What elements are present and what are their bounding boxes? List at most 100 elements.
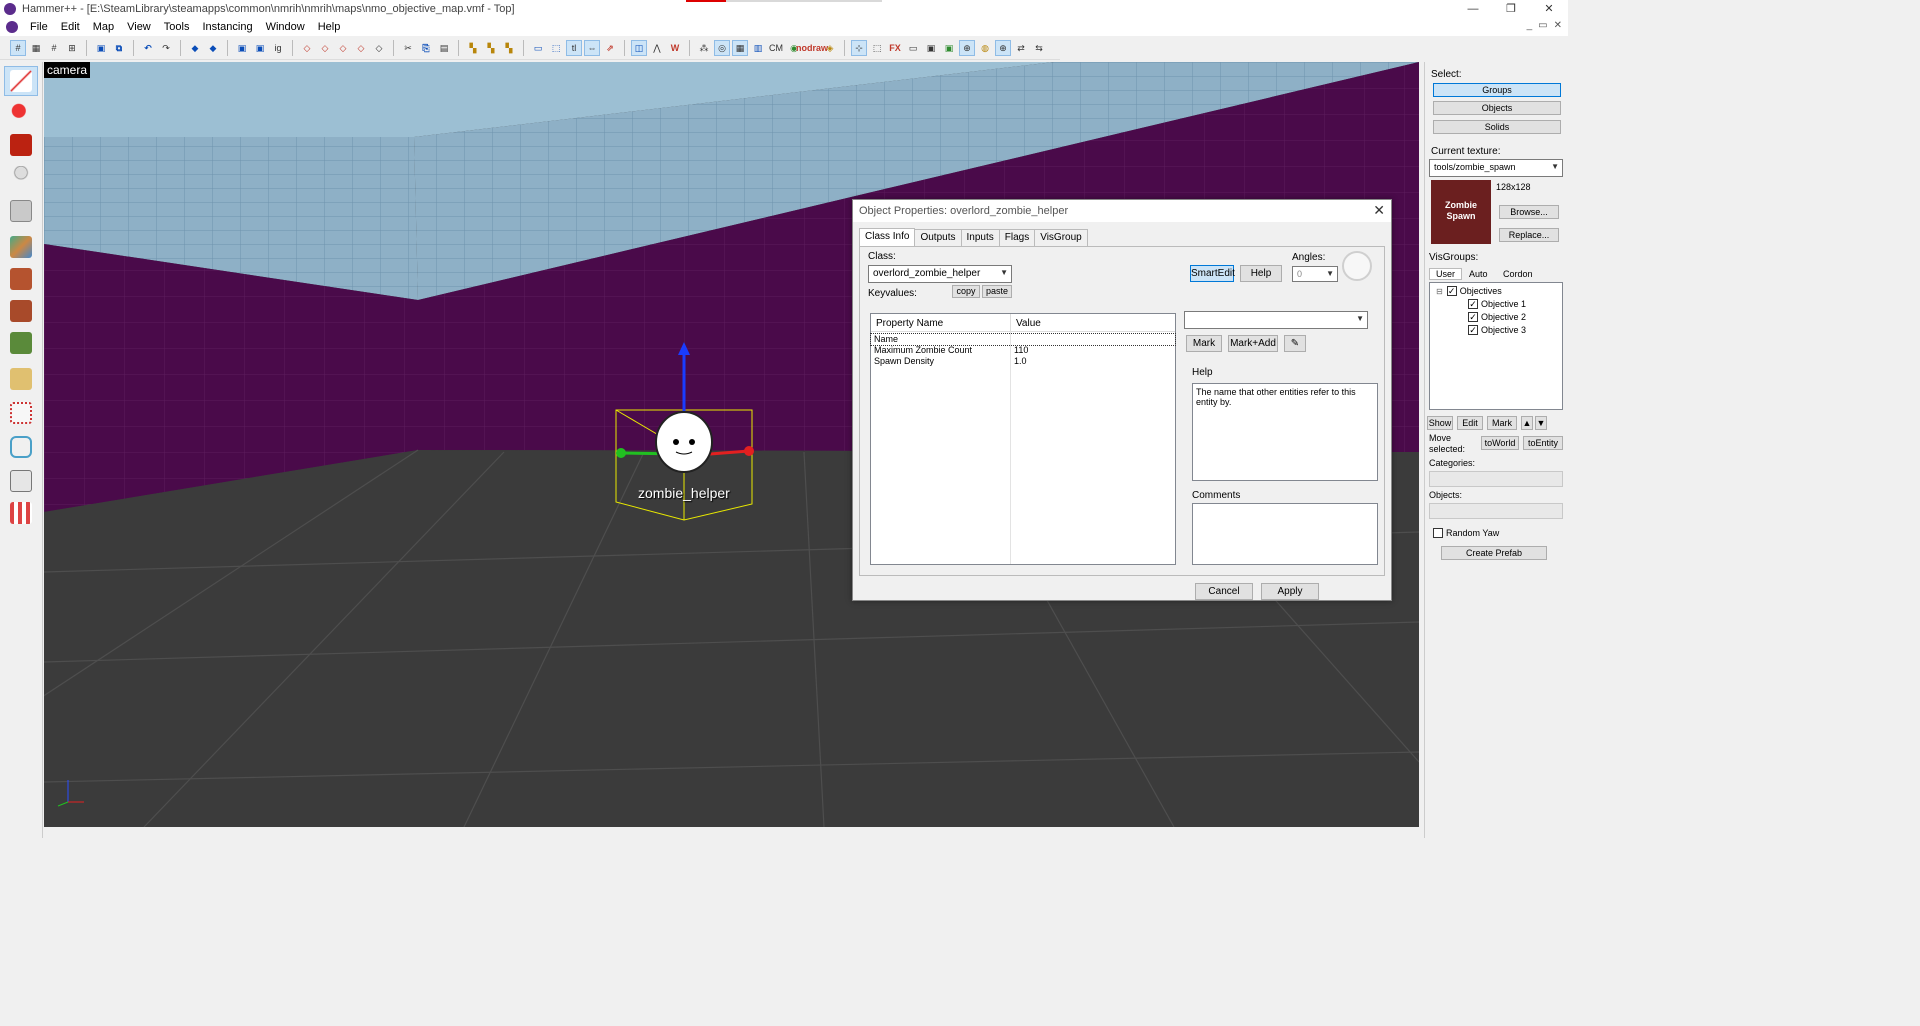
mdi-minimize-button[interactable]: _ (1527, 20, 1533, 31)
copy-icon[interactable]: ⎘ (418, 40, 434, 56)
toolbar-grid-view-icon[interactable]: ▦ (732, 40, 748, 56)
cut-icon[interactable]: ✂ (400, 40, 416, 56)
tab-outputs[interactable]: Outputs (914, 229, 962, 247)
wireframe-icon[interactable]: W (667, 40, 683, 56)
checkbox-unchecked-icon[interactable] (1433, 528, 1443, 538)
browse-button[interactable]: Browse... (1499, 205, 1559, 219)
flip-h-icon[interactable]: ⇄ (1013, 40, 1029, 56)
flip-v-icon[interactable]: ⇆ (1031, 40, 1047, 56)
select-objects-button[interactable]: Objects (1433, 101, 1561, 115)
checkbox-checked-icon[interactable]: ✓ (1468, 312, 1478, 322)
minimize-button[interactable]: — (1454, 0, 1492, 18)
collapse-icon[interactable]: ⊟ (1436, 287, 1443, 296)
center-icon[interactable]: ⊕ (959, 40, 975, 56)
mark-button[interactable]: Mark (1186, 335, 1222, 352)
grid-larger-icon[interactable]: ⊞ (64, 40, 80, 56)
move-to-world-icon[interactable]: ▣ (252, 40, 268, 56)
value-select[interactable]: ▼ (1184, 311, 1368, 329)
cancel-button[interactable]: Cancel (1195, 583, 1253, 600)
texture-lock-icon[interactable]: ▚ (465, 40, 481, 56)
vertex-tool-button[interactable] (4, 398, 38, 428)
menu-instancing[interactable]: Instancing (196, 21, 259, 33)
undo-icon[interactable]: ↶ (140, 40, 156, 56)
column-value[interactable]: Value (1011, 314, 1175, 331)
particles-icon[interactable]: ⁂ (696, 40, 712, 56)
visgroup-item[interactable]: ⊟ ✓ Objectives (1436, 286, 1502, 296)
texture-tool-button[interactable] (4, 232, 38, 262)
texture-select[interactable]: tools/zombie_spawn ▼ (1429, 159, 1563, 177)
decal-tool-button[interactable] (4, 296, 38, 326)
tab-flags[interactable]: Flags (998, 229, 1036, 247)
visgroup-icon[interactable]: ◇ (353, 40, 369, 56)
models-icon[interactable]: ◫ (631, 40, 647, 56)
redo-icon[interactable]: ↷ (158, 40, 174, 56)
menu-file[interactable]: File (24, 21, 55, 33)
restore-button[interactable]: ❐ (1492, 0, 1530, 18)
toggle-tl-icon[interactable]: tl (566, 40, 582, 56)
close-button[interactable]: ✕ (1530, 0, 1568, 18)
lighting-preview-icon[interactable]: ◎ (714, 40, 730, 56)
document-icon[interactable] (6, 21, 18, 33)
toggle-arrows-icon[interactable]: ⇔ (584, 40, 600, 56)
path-tool-button[interactable] (4, 432, 38, 462)
apply-button[interactable]: Apply (1261, 583, 1319, 600)
create-prefab-button[interactable]: Create Prefab (1441, 546, 1547, 560)
magnify-tool-button[interactable] (4, 98, 38, 128)
cordon-icon[interactable]: ▣ (923, 40, 939, 56)
table-row[interactable]: Name (870, 333, 1176, 346)
eyedropper-icon[interactable]: ✎ (1284, 335, 1306, 352)
menu-tools[interactable]: Tools (158, 21, 197, 33)
menu-help[interactable]: Help (312, 21, 348, 33)
table-row[interactable]: Spawn Density 1.0 (871, 356, 1175, 367)
paste-button[interactable]: paste (982, 285, 1012, 298)
checkbox-checked-icon[interactable]: ✓ (1468, 325, 1478, 335)
mdi-restore-button[interactable]: ▭ (1538, 20, 1547, 31)
quick-hide-icon[interactable]: ◇ (371, 40, 387, 56)
dialog-close-icon[interactable]: ✕ (1373, 202, 1385, 219)
carve-icon[interactable]: ◆ (187, 40, 203, 56)
paste-icon[interactable]: ▤ (436, 40, 452, 56)
instance-icon[interactable]: ▣ (941, 40, 957, 56)
tab-vg-user[interactable]: User (1429, 268, 1463, 280)
align-icon[interactable]: ⊕ (995, 40, 1011, 56)
hide-unselected-icon[interactable]: ◇ (317, 40, 333, 56)
apply-texture-tool-button[interactable] (4, 264, 38, 294)
menu-edit[interactable]: Edit (55, 21, 87, 33)
ignore-groups-icon[interactable]: ig (270, 40, 286, 56)
grid-3d-icon[interactable]: ▦ (28, 40, 44, 56)
table-row[interactable]: Maximum Zombie Count 110 (871, 345, 1175, 356)
angles-select[interactable]: 0 ▼ (1292, 266, 1338, 282)
select-region-icon[interactable]: ⬚ (869, 40, 885, 56)
comments-textarea[interactable] (1192, 503, 1378, 565)
random-yaw-checkbox[interactable]: Random Yaw (1433, 528, 1499, 538)
unhide-icon[interactable]: ◇ (335, 40, 351, 56)
to-entity-button[interactable]: toEntity (1523, 436, 1563, 450)
bounds-icon[interactable]: ▭ (530, 40, 546, 56)
scale-lock-icon[interactable]: ▚ (483, 40, 499, 56)
categories-select[interactable] (1429, 471, 1563, 487)
mdi-close-button[interactable]: ✕ (1554, 20, 1562, 31)
replace-button[interactable]: Replace... (1499, 228, 1559, 242)
selection-tool-button[interactable] (4, 66, 38, 96)
class-select[interactable]: overlord_zombie_helper ▼ (868, 265, 1012, 283)
brush-icon[interactable]: ◈ (822, 40, 838, 56)
objects-select[interactable] (1429, 503, 1563, 519)
menu-map[interactable]: Map (87, 21, 121, 33)
column-property-name[interactable]: Property Name (871, 314, 1011, 331)
tie-to-entity-icon[interactable]: ▣ (234, 40, 250, 56)
viewport-label[interactable]: camera (44, 62, 91, 78)
fog-icon[interactable]: ▥ (750, 40, 766, 56)
camera-tool-button[interactable] (4, 130, 38, 160)
grid-smaller-icon[interactable]: # (46, 40, 62, 56)
selection-box-icon[interactable]: ⬚ (548, 40, 564, 56)
clipping-tool-button[interactable] (4, 364, 38, 394)
to-world-button[interactable]: toWorld (1481, 436, 1519, 450)
group-icon[interactable]: ▣ (93, 40, 109, 56)
grid-toggle-icon[interactable]: # (10, 40, 26, 56)
nodraw-icon[interactable]: nodraw (796, 40, 828, 56)
overlay-icon[interactable]: ▭ (905, 40, 921, 56)
tab-visgroup[interactable]: VisGroup (1034, 229, 1088, 247)
select-groups-button[interactable]: Groups (1433, 83, 1561, 97)
select-solids-button[interactable]: Solids (1433, 120, 1561, 134)
vg-show-button[interactable]: Show (1427, 416, 1453, 430)
